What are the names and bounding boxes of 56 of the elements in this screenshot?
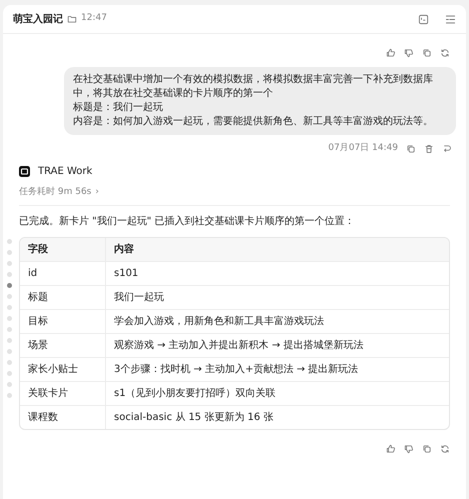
thumbs-up-icon[interactable] (386, 444, 396, 454)
message-text: 在社交基础课中增加一个有效的模拟数据，将模拟数据丰富完善一下补充到数据库中，将其放在社交基础课的卡片顺序的第一个 (73, 73, 434, 101)
trash-icon[interactable] (424, 144, 434, 154)
refresh-icon[interactable] (440, 48, 450, 58)
column-header: 字段 (27, 242, 49, 257)
summary-text: 已完成。新卡片 "我们一起玩" 已插入到社交基础课卡片顺序的第一个位置： (19, 214, 356, 229)
timeline-dot[interactable] (7, 349, 12, 354)
agent-name: TRAE Work (38, 164, 92, 178)
timeline-dot[interactable] (7, 371, 12, 376)
chevron-icon[interactable]: › (95, 186, 99, 199)
timeline-dot[interactable] (7, 283, 12, 288)
table-cell-text: 家长小贴士 (27, 362, 79, 377)
timeline-dot[interactable] (7, 382, 12, 387)
thumbs-up-icon[interactable] (386, 48, 396, 58)
copy-icon[interactable] (422, 444, 432, 454)
undo-icon[interactable] (442, 144, 452, 154)
timeline-dot[interactable] (7, 360, 12, 365)
table-cell-text: 课程数 (27, 411, 59, 425)
timeline-dot[interactable] (7, 239, 12, 244)
time-text: 12:47 (81, 12, 107, 26)
message-text: 标题是：我们一起玩 (73, 101, 164, 115)
table-cell: 观察游戏 → 主动加入并提出新积木 → 提出搭城堡新玩法 (105, 334, 449, 357)
folder-icon (67, 14, 77, 24)
table-cell-text: 关联卡片 (27, 386, 69, 401)
panel-icon[interactable] (418, 14, 429, 24)
message-text: 内容是：如何加入游戏一起玩，需要能提供新角色、新工具等丰富游戏的玩法等。 (73, 115, 434, 129)
timestamp: 07月07日 14:49 (328, 142, 398, 155)
table-cell: social-basic 从 15 张更新为 16 张 (105, 406, 449, 429)
refresh-icon[interactable] (440, 444, 450, 454)
column-header: 内容 (105, 238, 449, 261)
timeline-dot[interactable] (7, 316, 12, 321)
duration-text: 任务耗时 9m 56s (19, 186, 92, 198)
table-cell: s101 (105, 262, 449, 285)
timeline-dot[interactable] (7, 272, 12, 277)
table-cell: 我们一起玩 (105, 286, 449, 309)
timeline-dot[interactable] (7, 327, 12, 332)
table-cell-text: 标题 (27, 290, 49, 305)
table-cell: 学会加入游戏，用新角色和新工具丰富游戏玩法 (105, 310, 449, 333)
timeline-dot[interactable] (7, 294, 12, 299)
timeline-dot[interactable] (7, 305, 12, 310)
timeline-dot[interactable] (7, 250, 12, 255)
table-cell-text: id (27, 267, 38, 281)
thumbs-down-icon[interactable] (404, 48, 414, 58)
copy-icon[interactable] (422, 48, 432, 58)
table-cell-text: 目标 (27, 314, 49, 329)
timeline-dot[interactable] (7, 261, 12, 266)
timeline-dot[interactable] (7, 338, 12, 343)
project-title: 萌宝入园记 (13, 12, 63, 26)
copy-icon[interactable] (406, 144, 416, 154)
timeline-dot[interactable] (7, 393, 12, 398)
table-cell-text: 场景 (27, 338, 49, 353)
thumbs-down-icon[interactable] (404, 444, 414, 454)
list-icon[interactable] (445, 14, 456, 24)
logo-icon (19, 166, 30, 176)
table-cell: s1（见到小朋友要打招呼）双向关联 (105, 382, 449, 405)
table-cell: 3个步骤：找时机 → 主动加入+贡献想法 → 提出新玩法 (105, 358, 449, 381)
